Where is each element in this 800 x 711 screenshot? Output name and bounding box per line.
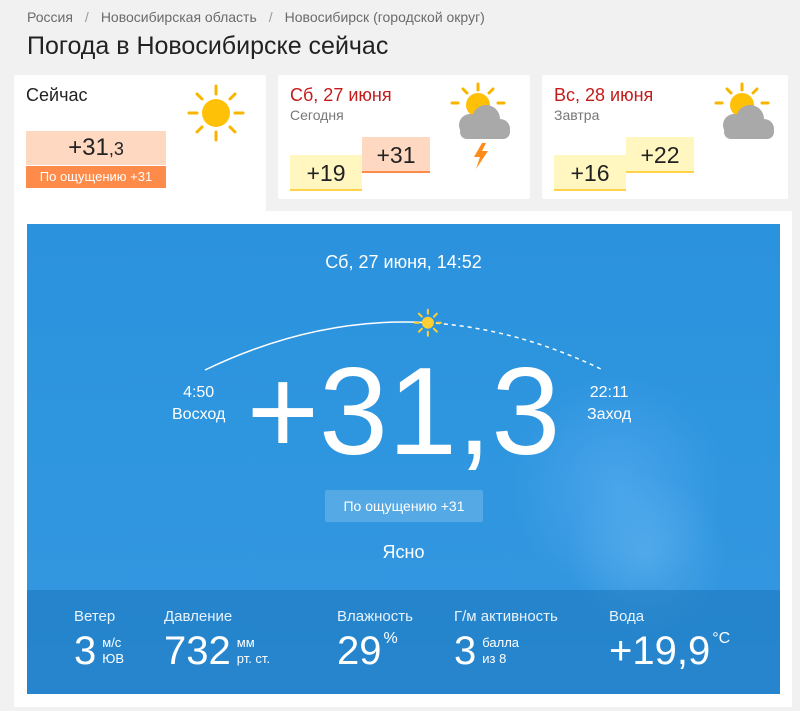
wind-unit: м/с [102, 635, 122, 650]
day-high-temp: +31 [362, 137, 430, 173]
sun-position-icon [413, 308, 442, 337]
day-low-temp: +19 [290, 155, 362, 191]
day-sub: Завтра [554, 107, 600, 123]
day-high-temp: +22 [626, 137, 694, 173]
partly-cloudy-thunder-icon [450, 82, 510, 169]
day-label: Вс, 28 июня [554, 85, 654, 105]
partly-cloudy-icon [714, 82, 774, 139]
stat-value: 732 [164, 629, 231, 673]
day-low-temp: +16 [554, 155, 626, 191]
stat-value: 29 [337, 629, 382, 673]
current-temp: +31,3 [26, 131, 166, 165]
current-temp-int: +31 [68, 134, 109, 161]
pressure-unit: мм [236, 635, 255, 650]
tab-now-label: Сейчас [26, 85, 88, 105]
stat-pressure: Давление 732 мм рт. ст. [164, 608, 270, 671]
stat-value: +19,9 [609, 629, 711, 673]
stat-water: Вода +19,9 °C [609, 608, 730, 671]
weather-stats: Ветер 3 м/с ЮВ Давление 732 мм рт. ст. Вла… [27, 590, 780, 694]
breadcrumb-separator: / [84, 9, 89, 25]
stat-label: Давление [164, 608, 233, 625]
stat-value: 3 [74, 629, 97, 673]
breadcrumb-separator: / [268, 9, 273, 25]
stat-value: 3 [454, 629, 477, 673]
tab-day-sunday[interactable]: Вс, 28 июня Завтра +16 +22 [542, 75, 788, 199]
current-weather-hero: Сб, 27 июня, 14:52 4:50 Восход 22:11 Зах… [27, 224, 780, 694]
tab-day-saturday[interactable]: Сб, 27 июня Сегодня +19 +31 [278, 75, 530, 199]
stat-geomagnetic: Г/м активность 3 балла из 8 [454, 608, 558, 671]
stat-unit: мм рт. ст. [237, 635, 270, 667]
feels-like-chip: По ощущению +31 [325, 490, 483, 522]
pressure-unit-sub: рт. ст. [236, 651, 271, 666]
stat-unit: м/с ЮВ [102, 635, 124, 667]
current-feels-like: По ощущению +31 [26, 166, 166, 188]
stat-label: Влажность [337, 608, 413, 625]
stat-humidity: Влажность 29 % [337, 608, 413, 671]
stat-label: Вода [609, 608, 645, 625]
sun-icon [187, 84, 245, 142]
stat-unit: °C [712, 630, 731, 647]
stat-label: Г/м активность [454, 608, 558, 625]
stat-unit: балла из 8 [482, 635, 519, 667]
day-label: Сб, 27 июня [290, 85, 392, 105]
stat-unit: % [383, 630, 398, 647]
breadcrumb: Россия / Новосибирская область / Новосиб… [27, 9, 485, 25]
breadcrumb-region[interactable]: Новосибирская область [101, 9, 257, 25]
wind-direction: ЮВ [102, 651, 125, 666]
breadcrumb-district[interactable]: Новосибирск (городской округ) [285, 9, 485, 25]
page-title: Погода в Новосибирске сейчас [27, 32, 389, 60]
big-temperature: +31,3 [246, 343, 561, 481]
geomag-scale: из 8 [482, 651, 507, 666]
weather-condition: Ясно [382, 542, 425, 562]
day-sub: Сегодня [290, 107, 344, 123]
geomag-unit: балла [482, 635, 520, 650]
stat-wind: Ветер 3 м/с ЮВ [74, 608, 124, 671]
stat-label: Ветер [74, 608, 116, 625]
current-temp-dec: ,3 [108, 139, 124, 159]
breadcrumb-russia[interactable]: Россия [27, 9, 73, 25]
tab-now[interactable]: Сейчас +31,3 По ощущению +31 [14, 75, 266, 211]
